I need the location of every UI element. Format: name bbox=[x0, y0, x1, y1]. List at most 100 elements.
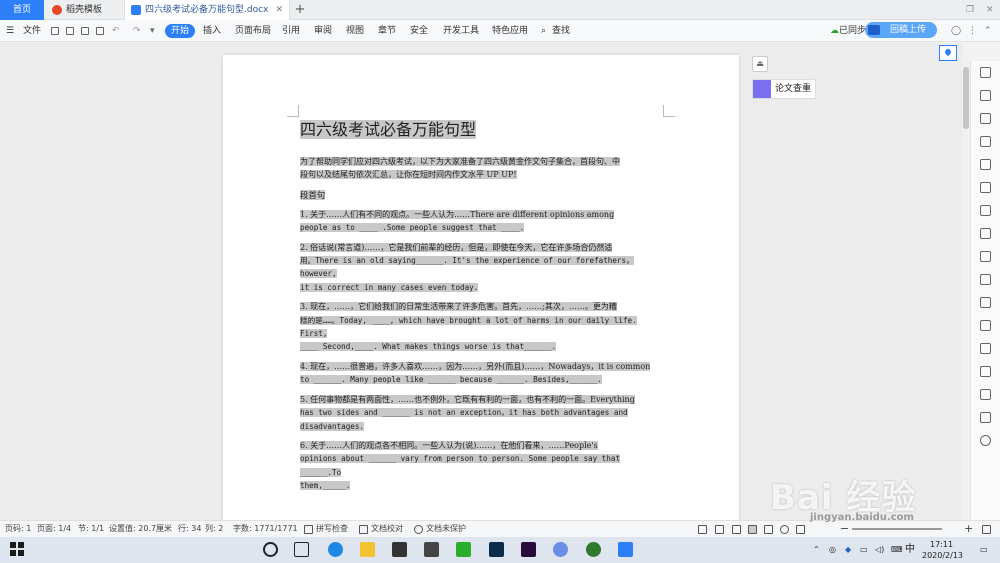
proofread-button[interactable]: 文档校对 bbox=[371, 521, 403, 538]
notifications-icon[interactable]: ▭ bbox=[980, 537, 988, 563]
tray-app-icon[interactable]: ◆ bbox=[845, 537, 851, 563]
network-icon[interactable]: ▭ bbox=[860, 537, 868, 563]
edit-view-icon[interactable] bbox=[732, 525, 741, 534]
page-view-icon[interactable] bbox=[748, 525, 757, 534]
document-check-icon[interactable] bbox=[980, 274, 991, 285]
menu-reference[interactable]: 引用 bbox=[282, 20, 300, 42]
menu-chapter[interactable]: 章节 bbox=[378, 20, 396, 42]
taskbar-date[interactable]: 2020/2/13 bbox=[922, 550, 963, 563]
protect-status[interactable]: 文档未保护 bbox=[426, 521, 466, 538]
table-icon[interactable] bbox=[980, 182, 991, 193]
float-panel-toggle-icon[interactable]: ⏏ bbox=[752, 56, 768, 72]
print-icon[interactable] bbox=[81, 27, 89, 35]
menu-special-apps[interactable]: 特色应用 bbox=[492, 20, 528, 42]
paper-check-button[interactable]: 论文查重 bbox=[752, 79, 816, 99]
settings-sliders-icon[interactable] bbox=[980, 251, 991, 262]
collapse-ribbon-icon[interactable]: ⌃ bbox=[984, 20, 992, 42]
close-tab-icon[interactable]: ✕ bbox=[275, 0, 283, 20]
menu-hamburger-icon[interactable]: ☰ bbox=[6, 20, 14, 42]
image-icon[interactable] bbox=[980, 366, 991, 377]
tab-document[interactable]: 四六级考试必备万能句型.docx ✕ bbox=[124, 0, 290, 20]
copy-icon[interactable] bbox=[980, 320, 991, 331]
file-explorer-icon[interactable] bbox=[360, 542, 375, 557]
backup-icon[interactable] bbox=[980, 389, 991, 400]
edge-browser-icon[interactable] bbox=[328, 542, 343, 557]
status-page-code: 页码: 1 bbox=[5, 524, 32, 533]
chart-icon[interactable] bbox=[980, 228, 991, 239]
menu-dev-tools[interactable]: 开发工具 bbox=[443, 20, 479, 42]
format-painter-icon[interactable] bbox=[66, 27, 74, 35]
photoshop-icon[interactable] bbox=[489, 542, 504, 557]
two-page-view-icon[interactable] bbox=[715, 525, 724, 534]
history-icon[interactable] bbox=[980, 412, 991, 423]
share-icon[interactable] bbox=[980, 297, 991, 308]
windows-start-icon[interactable] bbox=[10, 542, 24, 556]
web-view-icon[interactable] bbox=[780, 525, 789, 534]
zoom-in-button[interactable]: + bbox=[964, 521, 973, 538]
input-method[interactable]: 中 bbox=[905, 537, 915, 563]
spellcheck-icon bbox=[304, 525, 313, 534]
people-icon[interactable]: ◎ bbox=[829, 537, 836, 563]
scrollbar-thumb[interactable] bbox=[963, 67, 969, 129]
save-icon[interactable] bbox=[51, 27, 59, 35]
task-view-icon[interactable] bbox=[294, 542, 309, 557]
tray-expand-icon[interactable]: ⌃ bbox=[813, 537, 820, 563]
help-icon[interactable]: ◯ bbox=[951, 20, 961, 42]
menu-insert[interactable]: 插入 bbox=[203, 20, 221, 42]
fullscreen-icon[interactable] bbox=[698, 525, 707, 534]
cortana-icon[interactable] bbox=[263, 542, 278, 557]
menu-page-layout[interactable]: 页面布局 bbox=[235, 20, 271, 42]
reading-view-icon[interactable] bbox=[796, 525, 805, 534]
browser-app-icon[interactable] bbox=[586, 542, 601, 557]
restore-window-icon[interactable]: ❐ bbox=[966, 0, 974, 20]
more-options-icon[interactable]: ⋮ bbox=[968, 20, 977, 42]
quick-access-dropdown-icon[interactable]: ▾ bbox=[150, 20, 155, 42]
wechat-icon[interactable] bbox=[456, 542, 471, 557]
tab-template[interactable]: 稻壳模板 bbox=[46, 0, 122, 20]
intro-line: 段句以及结尾句依次汇总，让你在短时间内作文水平 UP UP! bbox=[300, 170, 517, 180]
status-page[interactable]: 页面: 1/4 bbox=[37, 521, 71, 538]
style-icon[interactable] bbox=[980, 113, 991, 124]
library-icon[interactable] bbox=[980, 343, 991, 354]
menu-security[interactable]: 安全 bbox=[410, 20, 428, 42]
sync-status[interactable]: ☁已同步 bbox=[830, 20, 866, 42]
app-icon[interactable] bbox=[553, 542, 568, 557]
premiere-icon[interactable] bbox=[521, 542, 536, 557]
fit-page-icon[interactable] bbox=[982, 525, 991, 534]
zoom-out-button[interactable]: − bbox=[840, 521, 849, 538]
menu-file[interactable]: 文件 bbox=[23, 20, 41, 42]
menu-review[interactable]: 审阅 bbox=[314, 20, 332, 42]
edit-pen-icon[interactable] bbox=[980, 67, 991, 78]
outline-view-icon[interactable] bbox=[764, 525, 773, 534]
status-wordcount[interactable]: 字数: 1771/1771 bbox=[233, 521, 298, 538]
menu-search[interactable]: 查找 bbox=[552, 20, 570, 42]
fill-icon[interactable] bbox=[980, 159, 991, 170]
store-icon[interactable] bbox=[392, 542, 407, 557]
tab-home[interactable]: 首页 bbox=[0, 0, 44, 20]
search-icon[interactable]: ⌕ bbox=[541, 20, 546, 42]
spellcheck-button[interactable]: 拼写检查 bbox=[316, 521, 348, 538]
mail-icon[interactable] bbox=[424, 542, 439, 557]
new-tab-button[interactable]: + bbox=[292, 0, 308, 20]
volume-icon[interactable]: ◁) bbox=[875, 537, 884, 563]
wps-writer-icon[interactable] bbox=[618, 542, 633, 557]
help-circle-icon[interactable] bbox=[980, 435, 991, 446]
location-pin-icon[interactable] bbox=[939, 45, 957, 61]
select-cursor-icon[interactable] bbox=[980, 90, 991, 101]
close-window-icon[interactable]: ✕ bbox=[986, 0, 994, 20]
redo-icon[interactable]: ↷ bbox=[133, 20, 141, 42]
document-canvas[interactable]: 四六级考试必备万能句型 为了帮助同学们应对四六级考试，以下为大家准备了四六级黄金… bbox=[0, 43, 962, 525]
undo-icon[interactable]: ↶ bbox=[112, 20, 120, 42]
grid-icon[interactable] bbox=[980, 205, 991, 216]
shape-icon[interactable] bbox=[980, 136, 991, 147]
upload-button[interactable]: 回稿上传 bbox=[865, 22, 937, 38]
document-content[interactable]: 四六级考试必备万能句型 为了帮助同学们应对四六级考试，以下为大家准备了四六级黄金… bbox=[300, 115, 664, 499]
status-section: 节: 1/1 bbox=[78, 524, 105, 533]
document-page[interactable]: 四六级考试必备万能句型 为了帮助同学们应对四六级考试，以下为大家准备了四六级黄金… bbox=[223, 55, 739, 525]
vertical-scrollbar[interactable] bbox=[962, 61, 970, 520]
zoom-slider[interactable] bbox=[852, 528, 942, 530]
print-preview-icon[interactable] bbox=[96, 27, 104, 35]
keyboard-icon[interactable]: ⌨ bbox=[891, 537, 903, 563]
menu-start[interactable]: 开始 bbox=[165, 24, 196, 38]
menu-view[interactable]: 视图 bbox=[346, 20, 364, 42]
